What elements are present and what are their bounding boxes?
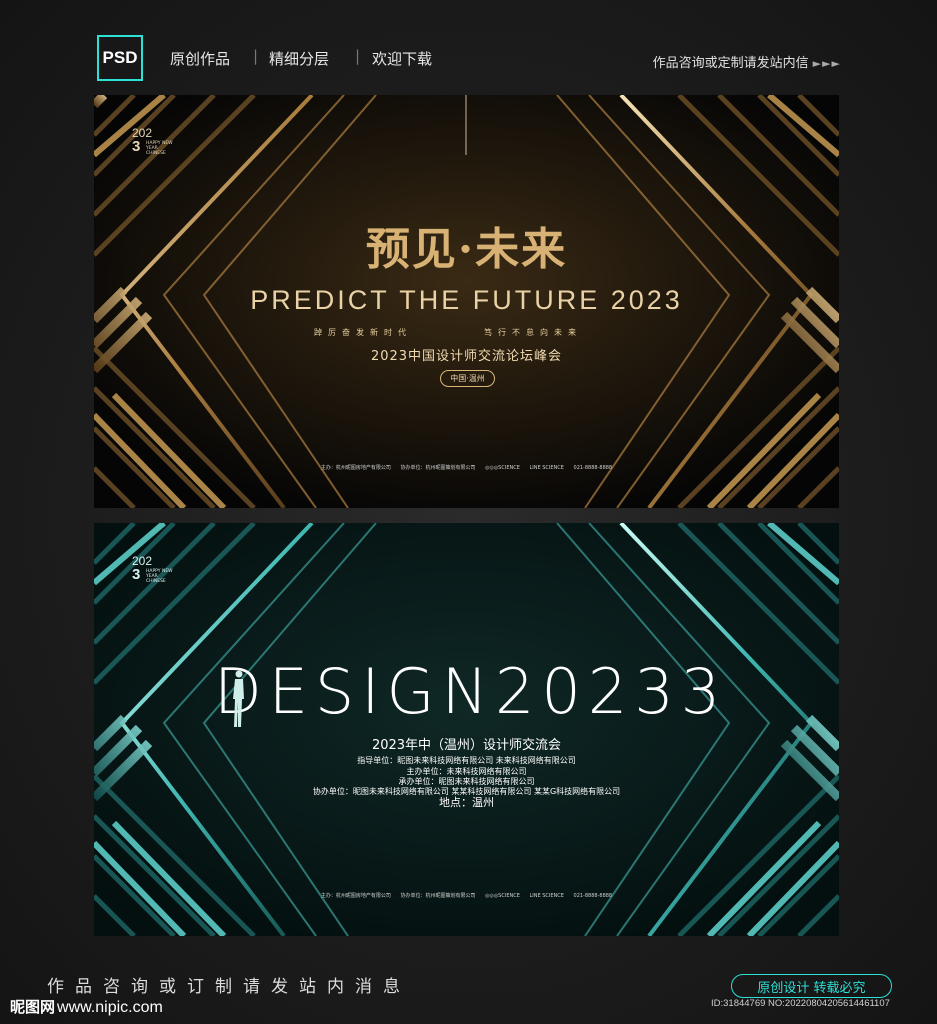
teal-event-title: 2023年中（温州）设计师交流会 <box>371 738 562 753</box>
work-id: ID:31844769 NO:20220804205614461107 <box>711 998 890 1009</box>
site-url[interactable]: www.nipic.com <box>57 999 163 1016</box>
footer-host: 主办：杭州昵图房地产有限公司 <box>320 465 391 471</box>
gold-slogan-right: 笃行不怠向未来 <box>484 328 582 337</box>
contact-note: 作品咨询或定制请发站内信 ►►► <box>653 52 841 71</box>
year-small: HAPPY NEW YEAR CHINESE <box>146 569 173 584</box>
psd-badge: PSD <box>97 35 143 81</box>
header-separator: | <box>355 47 361 65</box>
teal-geometric-background <box>94 523 839 936</box>
footer-phone: 021-8888-8888 <box>573 465 613 471</box>
arrows-icon: ►►► <box>812 57 841 70</box>
teal-footer: 主办：杭州昵图房地产有限公司 协办单位：杭州昵图策划有限公司 ◎◎◎SCIENC… <box>94 892 839 899</box>
site-name: 昵图网 <box>10 998 56 1016</box>
gold-event-title: 2023中国设计师交流论坛峰会 <box>370 349 563 364</box>
person-silhouette-icon <box>233 670 244 727</box>
footer-co-host: 协办单位：杭州昵图策划有限公司 <box>400 893 476 899</box>
design-title: DESIGN20233 <box>214 655 728 728</box>
header-item-original: 原创作品 <box>170 50 231 68</box>
footer-logo-text: LINE SCIENCE <box>529 893 564 899</box>
gold-footer: 主办：杭州昵图房地产有限公司 协办单位：杭州昵图策划有限公司 ◎◎◎SCIENC… <box>94 464 839 471</box>
site-watermark[interactable]: 昵图网 www.nipic.com <box>10 996 163 1017</box>
bottom-slogan: 作品咨询或订制请发站内消息 <box>47 977 411 997</box>
header-separator: | <box>253 47 259 65</box>
footer-logo-text: ◎◎◎SCIENCE <box>485 465 520 471</box>
footer-host: 主办：杭州昵图房地产有限公司 <box>320 893 391 899</box>
top-bar: PSD 原创作品 | 精细分层 | 欢迎下载 作品咨询或定制请发站内信 ►►► <box>0 0 937 92</box>
banner-gold: 202 3 HAPPY NEW YEAR CHINESE 预见·未来 PREDI… <box>94 95 839 508</box>
year-mark: 202 3 HAPPY NEW YEAR CHINESE <box>132 127 173 156</box>
footer-phone: 021-8888-8888 <box>573 893 613 899</box>
gold-slogan-left: 踔厉奋发新时代 <box>314 328 412 337</box>
guide-unit: 指导单位：昵图未来科技网络有限公司 未来科技网络有限公司 <box>357 756 576 765</box>
footer-logo-text: ◎◎◎SCIENCE <box>485 893 520 899</box>
contact-text: 作品咨询或定制请发站内信 <box>652 56 809 71</box>
year-small: HAPPY NEW YEAR CHINESE <box>146 141 173 156</box>
original-design-badge: 原创设计 转载必究 <box>731 974 892 998</box>
footer-logo-text: LINE SCIENCE <box>529 465 564 471</box>
footer-co-host: 协办单位：杭州昵图策划有限公司 <box>400 465 476 471</box>
venue: 地点：温州 <box>439 796 494 809</box>
header-item-layered: 精细分层 <box>269 50 330 68</box>
banner-teal: 202 3 HAPPY NEW YEAR CHINESE DESIGN20233… <box>94 523 839 936</box>
gold-title: 预见·未来 <box>365 224 568 275</box>
header-item-download: 欢迎下载 <box>372 50 433 68</box>
gold-subtitle-en: PREDICT THE FUTURE 2023 <box>250 285 683 315</box>
year-mark: 202 3 HAPPY NEW YEAR CHINESE <box>132 555 173 584</box>
gold-location-badge: 中国·温州 <box>440 370 495 387</box>
